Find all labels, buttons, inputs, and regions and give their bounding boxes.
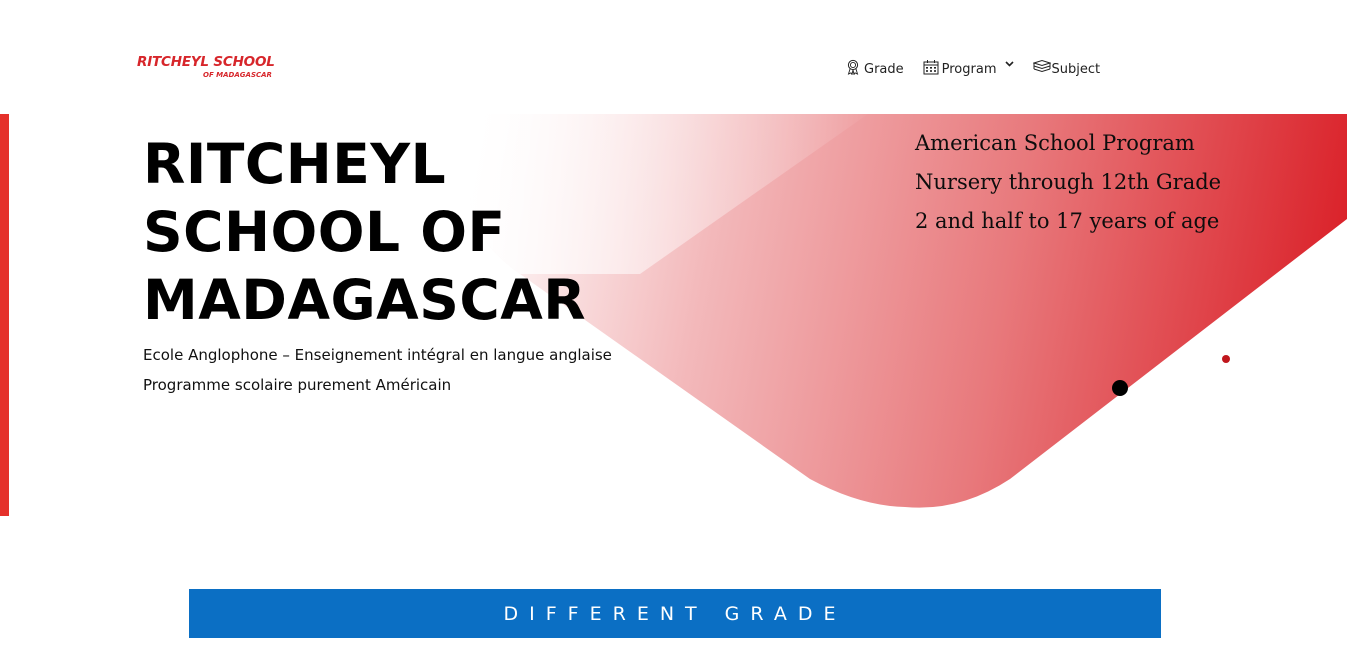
slider-dot[interactable] xyxy=(1222,355,1230,363)
hero-info-line-1: American School Program xyxy=(915,131,1195,155)
hero-info-line-3: 2 and half to 17 years of age xyxy=(915,209,1220,233)
main-nav: Grade Program Subject xyxy=(845,58,1100,80)
books-icon xyxy=(1031,59,1052,75)
slider-dot-active[interactable] xyxy=(1112,380,1128,396)
nav-item-grade-label: Grade xyxy=(864,62,904,77)
nav-item-subject[interactable]: Subject xyxy=(1031,59,1101,77)
nav-item-program[interactable]: Program xyxy=(923,59,1014,77)
chevron-down-icon[interactable] xyxy=(1004,56,1014,71)
award-ribbon-icon xyxy=(845,59,861,76)
nav-item-subject-label: Subject xyxy=(1051,62,1101,77)
page: RITCHEYL SCHOOL OF MADAGASCAR Grade Prog… xyxy=(0,0,1347,654)
site-logo[interactable]: RITCHEYL SCHOOL OF MADAGASCAR xyxy=(137,54,287,84)
hero-subtitle-line-2: Programme scolaire purement Américain xyxy=(143,376,452,394)
calendar-icon xyxy=(923,59,939,75)
nav-item-grade[interactable]: Grade xyxy=(845,59,904,77)
hero-title: RITCHEYL SCHOOL OF MADAGASCAR xyxy=(143,130,586,334)
logo-line-1: RITCHEYL SCHOOL xyxy=(137,54,275,70)
site-header: RITCHEYL SCHOOL OF MADAGASCAR Grade Prog… xyxy=(0,0,1347,114)
section-banner: DIFFERENT GRADE xyxy=(189,589,1161,638)
hero-section: RITCHEYL SCHOOL OF MADAGASCAR Ecole Angl… xyxy=(0,114,1347,516)
accent-bar xyxy=(0,114,9,516)
nav-item-program-label: Program xyxy=(941,62,997,77)
hero-info-line-2: Nursery through 12th Grade xyxy=(915,170,1222,194)
hero-subtitle: Ecole Anglophone – Enseignement intégral… xyxy=(143,340,612,400)
hero-subtitle-line-1: Ecole Anglophone – Enseignement intégral… xyxy=(143,346,612,364)
hero-title-line-3: MADAGASCAR xyxy=(143,268,587,332)
logo-line-2: OF MADAGASCAR xyxy=(203,71,272,79)
hero-title-line-1: RITCHEYL xyxy=(143,132,447,196)
hero-title-line-2: SCHOOL OF xyxy=(143,200,506,264)
section-banner-title: DIFFERENT GRADE xyxy=(503,602,847,625)
hero-program-info: American School Program Nursery through … xyxy=(915,124,1221,241)
